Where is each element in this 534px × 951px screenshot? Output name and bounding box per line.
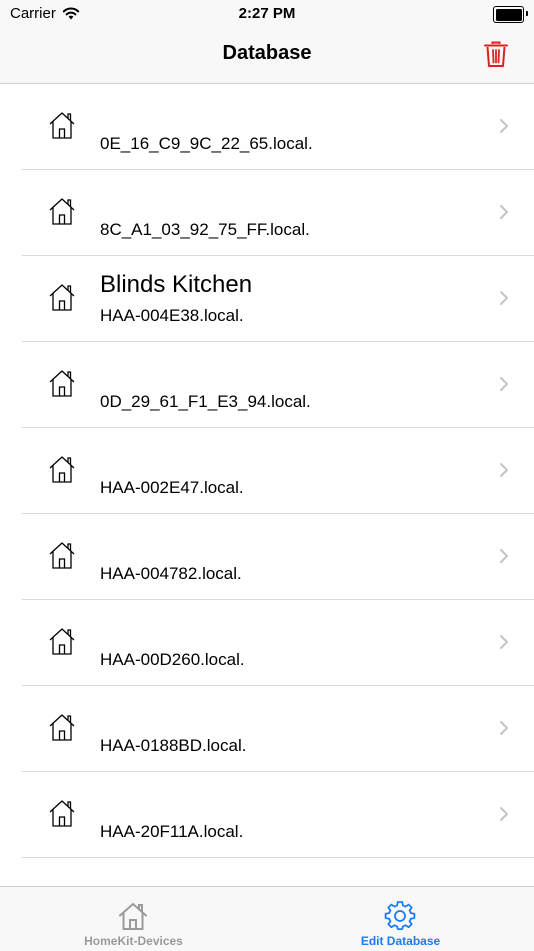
chevron-right-icon	[500, 807, 508, 821]
device-host: HAA-00D260.local.	[100, 650, 245, 669]
top-bar: Carrier 2:27 PM Database	[0, 0, 534, 84]
tab-label: HomeKit-Devices	[84, 934, 183, 948]
chevron-right-icon	[500, 291, 508, 305]
device-list: 0E_16_C9_9C_22_65.local. 8C_A1_03_92_75_…	[0, 84, 534, 858]
list-item[interactable]: HAA-002E47.local.	[0, 428, 534, 514]
chevron-right-icon	[500, 205, 508, 219]
house-icon	[49, 628, 75, 655]
chevron-right-icon	[500, 463, 508, 477]
list-item[interactable]: 0D_29_61_F1_E3_94.local.	[0, 342, 534, 428]
list-item[interactable]: HAA-00D260.local.	[0, 600, 534, 686]
device-host: HAA-004782.local.	[100, 564, 242, 583]
chevron-right-icon	[500, 721, 508, 735]
list-item[interactable]: Blinds Kitchen HAA-004E38.local.	[0, 256, 534, 342]
chevron-right-icon	[500, 549, 508, 563]
device-host: 8C_A1_03_92_75_FF.local.	[100, 220, 310, 239]
device-host: 0E_16_C9_9C_22_65.local.	[100, 134, 313, 153]
tab-homekit-devices[interactable]: HomeKit-Devices	[0, 887, 267, 951]
house-icon	[49, 714, 75, 741]
house-icon	[49, 198, 75, 225]
house-icon	[49, 800, 75, 827]
chevron-right-icon	[500, 119, 508, 133]
house-icon	[49, 284, 75, 311]
tab-edit-database[interactable]: Edit Database	[267, 887, 534, 951]
page-title: Database	[222, 42, 312, 64]
house-icon	[49, 456, 75, 483]
battery-icon	[493, 6, 528, 23]
house-icon	[49, 542, 75, 569]
list-item[interactable]: HAA-0188BD.local.	[0, 686, 534, 772]
house-icon	[49, 112, 75, 139]
tab-label: Edit Database	[360, 934, 441, 948]
device-host: HAA-002E47.local.	[100, 478, 244, 497]
device-host: HAA-20F11A.local.	[100, 822, 244, 841]
trash-icon[interactable]	[484, 41, 508, 68]
device-name: Blinds Kitchen	[100, 271, 253, 298]
list-item[interactable]: 8C_A1_03_92_75_FF.local.	[0, 170, 534, 256]
chevron-right-icon	[500, 377, 508, 391]
clock: 2:27 PM	[238, 5, 296, 22]
list-item[interactable]: HAA-20F11A.local.	[0, 772, 534, 858]
tab-bar: HomeKit-Devices Edit Database	[0, 886, 534, 951]
list-item[interactable]: 0E_16_C9_9C_22_65.local.	[0, 84, 534, 170]
house-icon	[119, 903, 147, 930]
chevron-right-icon	[500, 635, 508, 649]
house-icon	[49, 370, 75, 397]
gear-icon	[384, 901, 416, 930]
list-item[interactable]: HAA-004782.local.	[0, 514, 534, 600]
device-host: HAA-0188BD.local.	[100, 736, 247, 755]
device-host: 0D_29_61_F1_E3_94.local.	[100, 392, 311, 411]
status-bar: Carrier 2:27 PM	[0, 0, 534, 28]
device-host: HAA-004E38.local.	[100, 306, 244, 325]
